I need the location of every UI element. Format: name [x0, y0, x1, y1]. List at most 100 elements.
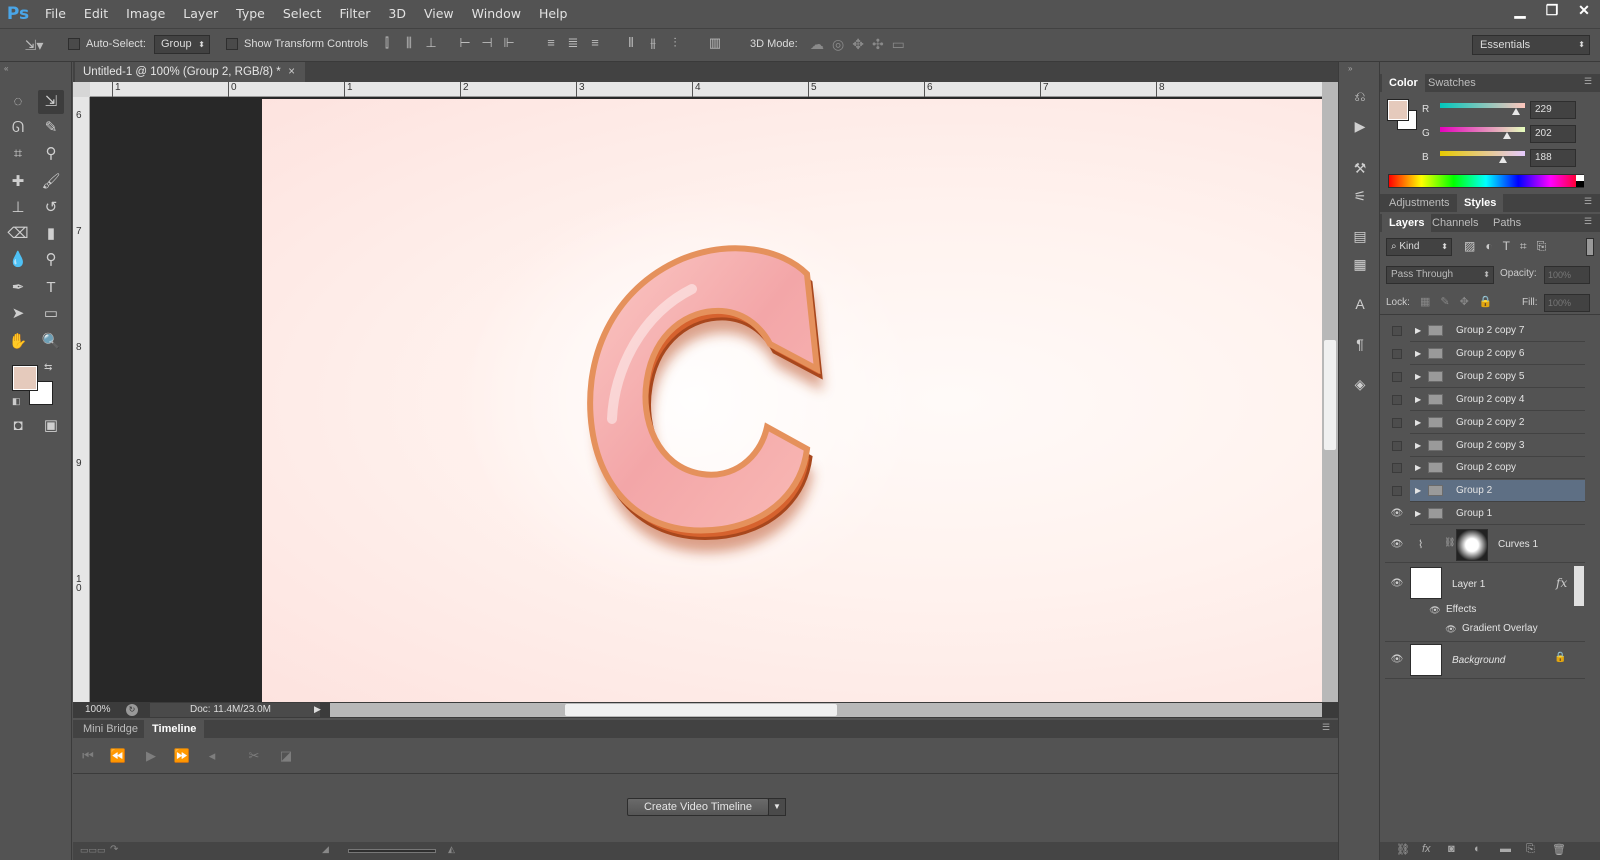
visibility-toggle[interactable] [1392, 486, 1402, 497]
new-layer-icon[interactable]: ⎘ [1526, 843, 1535, 856]
tab-channels[interactable]: Channels [1425, 214, 1485, 232]
effects-visibility-eye-icon[interactable]: 👁 [1428, 603, 1442, 617]
expand-arrow-icon[interactable]: ▶ [1415, 349, 1421, 358]
menu-filter[interactable]: Filter [330, 0, 379, 28]
expand-arrow-icon[interactable]: ▶ [1415, 486, 1421, 495]
expand-arrow-icon[interactable]: ▶ [1415, 326, 1421, 335]
quick-mask-icon[interactable]: ◘ [5, 414, 31, 438]
close-tab-icon[interactable]: × [288, 62, 295, 82]
move-tool-icon[interactable]: ⇲ [38, 90, 64, 114]
close-button[interactable]: ✕ [1568, 0, 1600, 20]
layers-panel-menu-icon[interactable]: ☰ [1584, 216, 1592, 227]
align-left-icon[interactable]: ⊢ [458, 36, 472, 50]
blue-value-input[interactable]: 188 [1530, 149, 1576, 167]
path-selection-tool-icon[interactable]: ➤ [5, 302, 31, 326]
menu-file[interactable]: File [36, 0, 75, 28]
zoom-level[interactable]: 100% [85, 703, 125, 717]
show-transform-checkbox[interactable] [226, 38, 238, 50]
align-bottom-icon[interactable]: ⊥ [424, 36, 438, 50]
layer-1-thumbnail[interactable] [1410, 567, 1442, 599]
visibility-toggle[interactable] [1392, 394, 1402, 405]
opacity-input[interactable]: 100% [1544, 266, 1590, 284]
eraser-tool-icon[interactable]: ⌫ [5, 222, 31, 246]
distribute-bottom-icon[interactable]: ≡ [588, 36, 602, 50]
curves-mask-thumbnail[interactable] [1456, 529, 1488, 561]
layers-scrollbar[interactable] [1574, 566, 1584, 606]
healing-brush-tool-icon[interactable]: ✚ [5, 170, 31, 194]
expand-arrow-icon[interactable]: ▶ [1415, 509, 1421, 518]
distribute-right-icon[interactable]: ⫶ [668, 36, 682, 50]
align-top-icon[interactable]: ⫿ [380, 36, 394, 50]
gradient-tool-icon[interactable]: ▮ [38, 222, 64, 246]
layer-name[interactable]: Group 2 [1456, 484, 1492, 498]
zoom-out-timeline-icon[interactable]: ◢ [322, 844, 329, 855]
vertical-scroll-thumb[interactable] [1324, 340, 1336, 450]
tab-paths[interactable]: Paths [1486, 214, 1528, 232]
minimize-button[interactable]: ▁ [1504, 0, 1536, 20]
render-video-icon[interactable]: ↷ [110, 844, 118, 855]
menu-select[interactable]: Select [274, 0, 331, 28]
menu-3d[interactable]: 3D [379, 0, 415, 28]
visibility-eye-icon[interactable]: 👁 [1390, 538, 1404, 552]
layer-name[interactable]: Curves 1 [1498, 538, 1538, 552]
layer-name[interactable]: Group 2 copy [1456, 461, 1516, 475]
tab-adjustments[interactable]: Adjustments [1382, 194, 1457, 212]
horizontal-ruler[interactable]: 1 0 1 2 3 4 5 6 7 8 [90, 82, 1338, 97]
status-menu-arrow-icon[interactable]: ▶ [314, 704, 321, 715]
align-right-icon[interactable]: ⊩ [502, 36, 516, 50]
next-frame-icon[interactable]: ⏩ [172, 748, 192, 764]
distribute-hcenter-icon[interactable]: ⫵ [646, 36, 660, 50]
auto-select-checkbox[interactable] [68, 38, 80, 50]
visibility-eye-icon[interactable]: 👁 [1390, 653, 1404, 667]
visibility-toggle[interactable] [1392, 371, 1402, 382]
layer-filter-kind-select[interactable]: ⌕ Kind ⬍ [1386, 238, 1452, 256]
clone-stamp-tool-icon[interactable]: ⊥ [5, 196, 31, 220]
marquee-tool-icon[interactable]: ◌ [5, 90, 31, 114]
layer-filter-toggle[interactable] [1586, 238, 1594, 256]
brush-tool-icon[interactable]: 🖌 [38, 170, 64, 194]
styles-panel-menu-icon[interactable]: ☰ [1584, 196, 1592, 207]
menu-type[interactable]: Type [227, 0, 274, 28]
black-white-swatch[interactable] [1576, 175, 1584, 187]
3d-panel-icon[interactable]: ◈ [1350, 374, 1370, 394]
layer-name[interactable]: Group 2 copy 2 [1456, 416, 1524, 430]
quick-selection-tool-icon[interactable]: ✎ [38, 116, 64, 140]
layer-name[interactable]: Group 2 copy 6 [1456, 347, 1524, 361]
create-timeline-dropdown-icon[interactable]: ▼ [768, 798, 786, 816]
add-mask-icon[interactable]: ◙ [1448, 843, 1455, 855]
vertical-ruler[interactable]: 6 7 8 9 10 [73, 97, 90, 702]
properties-icon[interactable]: ▤ [1350, 226, 1370, 246]
visibility-toggle[interactable] [1392, 440, 1402, 451]
color-panel-menu-icon[interactable]: ☰ [1584, 76, 1592, 87]
notes-icon[interactable]: ▦ [1350, 254, 1370, 274]
visibility-toggle[interactable] [1392, 417, 1402, 428]
timeline-zoom-slider[interactable] [348, 849, 436, 853]
restore-button[interactable]: ❐ [1536, 0, 1568, 20]
dodge-tool-icon[interactable]: ⚲ [38, 248, 64, 272]
character-icon[interactable]: A [1350, 294, 1370, 314]
swap-colors-icon[interactable]: ⇆ [44, 362, 52, 373]
ruler-origin[interactable] [73, 82, 90, 97]
tab-styles[interactable]: Styles [1457, 194, 1504, 212]
layer-name[interactable]: Group 2 copy 5 [1456, 370, 1524, 384]
pen-tool-icon[interactable]: ✒ [5, 276, 31, 300]
play-icon[interactable]: ▶ [141, 748, 161, 764]
distribute-top-icon[interactable]: ≡ [544, 36, 558, 50]
blue-slider[interactable] [1440, 151, 1525, 156]
blend-mode-select[interactable]: Pass Through ⬍ [1386, 266, 1494, 284]
green-value-input[interactable]: 202 [1530, 125, 1576, 143]
layer-name[interactable]: Group 1 [1456, 507, 1492, 521]
horizontal-scroll-thumb[interactable] [565, 704, 837, 716]
menu-help[interactable]: Help [530, 0, 577, 28]
fill-input[interactable]: 100% [1544, 294, 1590, 312]
color-panel-foreground-swatch[interactable] [1388, 100, 1408, 120]
foreground-color-swatch[interactable] [13, 366, 37, 390]
new-adjustment-layer-icon[interactable]: ◐ [1474, 843, 1481, 855]
visibility-eye-icon[interactable]: 👁 [1390, 507, 1404, 521]
delete-layer-icon[interactable]: 🗑 [1552, 843, 1566, 856]
collapse-toolbar-icon[interactable]: « [4, 64, 8, 73]
document-canvas[interactable] [262, 99, 1322, 702]
expand-arrow-icon[interactable]: ▶ [1415, 418, 1421, 427]
expand-arrow-icon[interactable]: ▶ [1415, 372, 1421, 381]
layer-name[interactable]: Background [1452, 654, 1505, 668]
